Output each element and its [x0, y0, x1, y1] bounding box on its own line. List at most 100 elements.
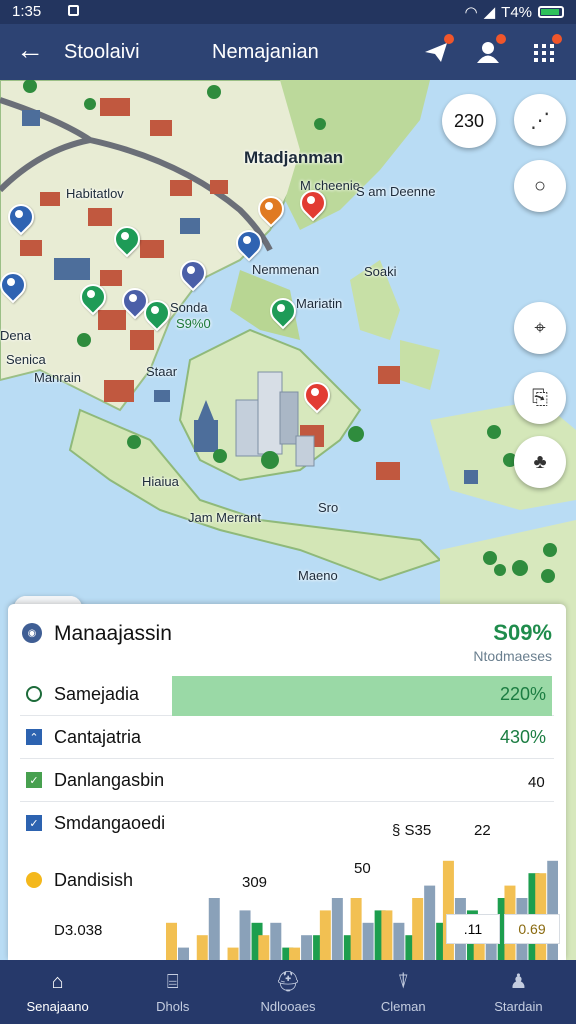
- app-title: Stoolaivi: [64, 41, 140, 63]
- status-time: 1:35: [12, 3, 42, 20]
- panel-header: ◉ Manaajassin S09% Ntodmaeses: [8, 604, 566, 668]
- chart-bar: [208, 898, 220, 960]
- chart-bar: [350, 898, 362, 960]
- map-pin[interactable]: [144, 300, 166, 328]
- nav-label: Stardain: [494, 999, 543, 1014]
- map-pin[interactable]: [80, 284, 102, 312]
- status-icons: ◠ ◢ T4%: [465, 3, 564, 21]
- map-label: Sro: [318, 500, 339, 515]
- map-pin[interactable]: [258, 196, 280, 224]
- search-button[interactable]: ○: [514, 160, 566, 212]
- notification-dot: [496, 34, 506, 44]
- row-value: 220%: [499, 684, 546, 704]
- home-icon: ⌂: [51, 971, 64, 993]
- panel-title: Manaajassin: [54, 622, 172, 645]
- status-bar: 1:35 ◠ ◢ T4%: [0, 0, 576, 24]
- circle-icon: [26, 686, 42, 702]
- user-icon: [477, 42, 499, 63]
- map-label: S9%0: [176, 316, 211, 331]
- location-pin-icon: ⌖: [534, 316, 546, 339]
- back-arrow-icon[interactable]: ←: [16, 36, 44, 64]
- map-label: Manrain: [34, 370, 81, 385]
- list-item[interactable]: Samejadia 220%: [20, 674, 554, 716]
- building-icon: ⌸: [166, 971, 179, 993]
- map-pin[interactable]: [300, 190, 322, 218]
- map-pin[interactable]: [236, 230, 258, 258]
- nav-label: Dhols: [156, 999, 190, 1014]
- tower-icon: ⍒: [397, 971, 410, 993]
- chart-bar: [362, 922, 374, 960]
- nav-item-team[interactable]: ♟ Stardain: [461, 960, 576, 1024]
- battery-text: T4%: [501, 3, 532, 21]
- map-pin[interactable]: [180, 260, 202, 288]
- ticket-icon: ⎘: [532, 386, 548, 409]
- row-value: 430%: [499, 727, 546, 747]
- panel-percent: S09%: [493, 620, 552, 645]
- map-pin[interactable]: [114, 226, 136, 254]
- detail-panel: ◉ Manaajassin S09% Ntodmaeses Samejadia …: [8, 604, 566, 960]
- profile-button[interactable]: [472, 34, 506, 68]
- map-label: Soaki: [364, 264, 397, 279]
- signal-icon: ◢: [483, 4, 496, 21]
- chart-bar: [166, 922, 177, 960]
- search-icon: ○: [533, 174, 547, 197]
- map-label: Sonda: [170, 300, 208, 315]
- nav-item-buildings[interactable]: ⌸ Dhols: [115, 960, 230, 1024]
- wifi-icon: ◠: [464, 4, 478, 21]
- chart-bar: [227, 947, 239, 960]
- count-badge[interactable]: 230: [442, 94, 496, 148]
- app-bar: ← Stoolaivi Nemajanian: [0, 24, 576, 80]
- paper-plane-icon: [425, 43, 447, 62]
- map-pin[interactable]: [304, 382, 326, 410]
- chart-tag-label: .11: [463, 921, 483, 937]
- nav-item-tower[interactable]: ⍒ Cleman: [346, 960, 461, 1024]
- chart-bar: [393, 922, 405, 960]
- menu-button[interactable]: [528, 34, 562, 68]
- location-pin-button[interactable]: ⌖: [514, 302, 566, 354]
- row-label: Danlangasbin: [54, 770, 165, 790]
- map-pin[interactable]: [8, 204, 30, 232]
- chart-bar: [331, 898, 343, 960]
- dot-icon: [26, 872, 42, 888]
- chart-label: 40: [528, 774, 545, 791]
- row-label: Samejadia: [54, 684, 140, 704]
- nav-item-activities[interactable]: ⛑ Ndlooaes: [230, 960, 345, 1024]
- map-label: M cheenie: [300, 178, 360, 193]
- check-icon: ✓: [26, 772, 42, 788]
- map-label: Mariatin: [296, 296, 343, 311]
- list-item[interactable]: ✓ Danlangasbin: [20, 760, 554, 802]
- map-pin[interactable]: [270, 298, 292, 326]
- map-label-main: Mtadjanman: [244, 148, 344, 167]
- chart-bar: [239, 910, 251, 960]
- landscape-button[interactable]: ♣: [514, 436, 566, 488]
- helmet-icon: ⛑: [275, 971, 301, 993]
- chart-bar: [442, 860, 454, 960]
- list-item[interactable]: ⌃ Cantajatria 430%: [20, 717, 554, 759]
- map-pin[interactable]: [122, 288, 144, 316]
- chart-bar: [412, 898, 424, 960]
- share-button[interactable]: ⋰: [514, 94, 566, 146]
- chart-label: D3.038: [54, 922, 103, 939]
- bottom-nav: ⌂ Senajaano ⌸ Dhols ⛑ Ndlooaes ⍒ Cleman …: [0, 960, 576, 1024]
- list-item[interactable]: Dandisish: [20, 860, 180, 902]
- location-button[interactable]: [420, 34, 454, 68]
- chart-bar: [258, 935, 270, 960]
- chart-bar: [547, 860, 558, 960]
- map-label: Hiaiua: [142, 474, 179, 489]
- map-label: Nemmenan: [252, 262, 320, 277]
- row-label: Cantajatria: [54, 727, 142, 747]
- ticket-button[interactable]: ⎘: [514, 372, 566, 424]
- nav-item-home[interactable]: ⌂ Senajaano: [0, 960, 115, 1024]
- notification-dot: [552, 34, 562, 44]
- info-icon: ◉: [22, 623, 42, 643]
- chart-bar: [319, 910, 331, 960]
- map-pin[interactable]: [0, 272, 22, 300]
- chart-tag: .11: [446, 914, 500, 944]
- notification-icon: [68, 5, 79, 16]
- notification-dot: [444, 34, 454, 44]
- chart-bar: [196, 935, 208, 960]
- chart-bar: [289, 947, 301, 960]
- map-label: Maeno: [298, 568, 338, 583]
- progress-fill: [172, 676, 552, 716]
- chart-bar: [381, 910, 393, 960]
